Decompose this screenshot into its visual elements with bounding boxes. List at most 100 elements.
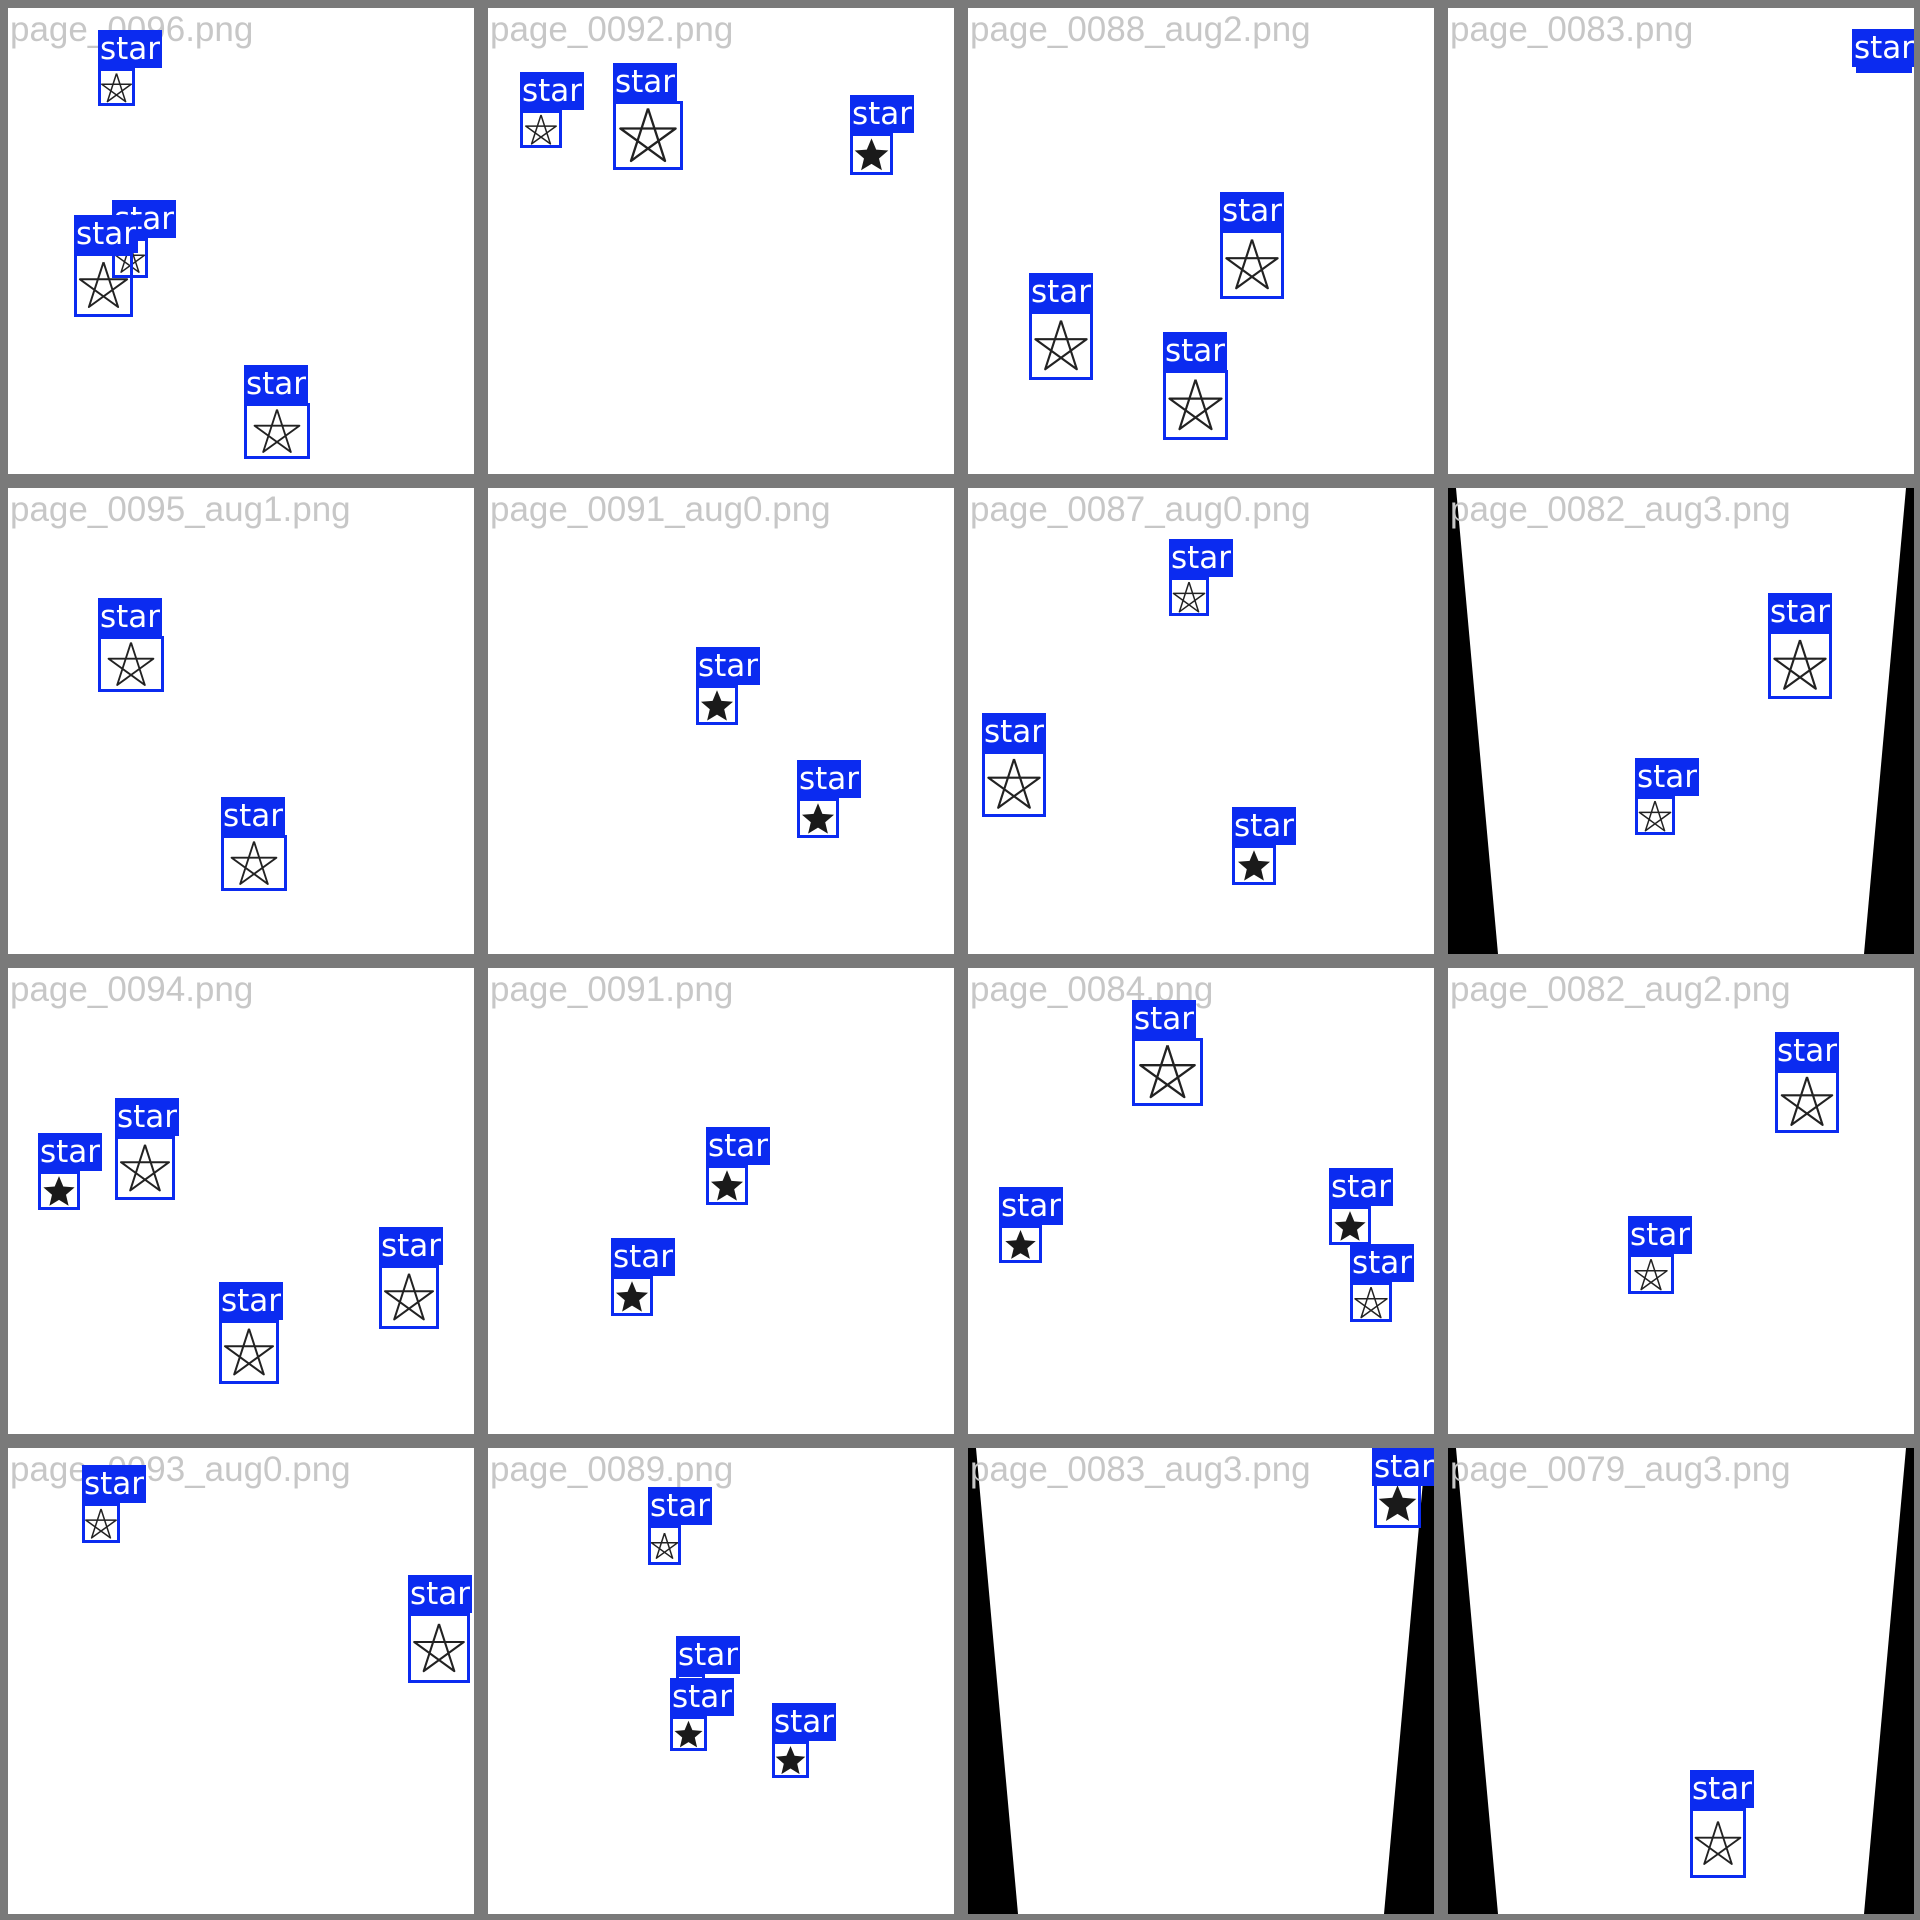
tile-filename: page_0091_aug0.png <box>490 490 831 529</box>
detection-label: star <box>219 1282 284 1320</box>
detection-label: star <box>1775 1032 1840 1070</box>
detection-box <box>408 1613 470 1683</box>
tile-filename: page_0094.png <box>10 970 254 1009</box>
tile-filename: page_0088_aug2.png <box>970 10 1311 49</box>
detection-box <box>1220 230 1284 299</box>
detection-box <box>1350 1282 1392 1322</box>
detection-label: star <box>611 1238 676 1276</box>
detection-label: star <box>98 598 163 636</box>
tile-filename: page_0092.png <box>490 10 734 49</box>
image-tile: page_0079_aug3.png star <box>1448 1448 1914 1914</box>
detection-box <box>772 1741 809 1778</box>
detection-box <box>1635 796 1675 835</box>
detection-box <box>1169 577 1209 616</box>
detection-label: star <box>850 95 915 133</box>
image-tile: page_0091.pngstar star <box>488 968 954 1434</box>
detection-label: star <box>98 30 163 68</box>
detection-box <box>379 1265 439 1329</box>
detection-label: star <box>1635 758 1700 796</box>
warp-wedge-left <box>968 1448 1018 1914</box>
detection-label: star <box>797 760 862 798</box>
tile-filename: page_0093_aug0.png <box>10 1450 351 1489</box>
image-tile: page_0091_aug0.pngstar star <box>488 488 954 954</box>
detection-label: star <box>221 797 286 835</box>
detection-label: star <box>82 1465 147 1503</box>
detection-label: star <box>520 72 585 110</box>
detection-box <box>82 1503 120 1543</box>
detection-box <box>1132 1038 1203 1106</box>
image-tile: page_0093_aug0.png star star <box>8 1448 474 1914</box>
detection-label: star <box>706 1127 771 1165</box>
detection-label: star <box>982 713 1047 751</box>
image-tile: page_0084.png star star star star <box>968 968 1434 1434</box>
tile-filename: page_0082_aug2.png <box>1450 970 1791 1009</box>
warp-wedge-right <box>1864 488 1914 954</box>
detection-box <box>982 751 1046 817</box>
detection-box <box>520 110 562 148</box>
detection-box <box>648 1525 681 1565</box>
detection-box <box>38 1171 80 1210</box>
detection-label: star <box>999 1187 1064 1225</box>
detection-box <box>1029 311 1093 380</box>
detection-box <box>611 1276 653 1316</box>
detection-label: star <box>1169 539 1234 577</box>
detection-box <box>999 1225 1042 1263</box>
warp-wedge-right <box>1864 1448 1914 1914</box>
detection-label: star <box>670 1678 735 1716</box>
tile-filename: page_0091.png <box>490 970 734 1009</box>
detection-label: star <box>1232 807 1297 845</box>
image-tile: page_0082_aug2.pngstar star <box>1448 968 1914 1434</box>
image-tile: page_0092.pngstar star star <box>488 8 954 474</box>
detection-label: star <box>1350 1244 1415 1282</box>
perspective-warp-border <box>1448 488 1914 954</box>
detection-box <box>244 403 310 459</box>
detection-box <box>1856 67 1912 73</box>
perspective-warp-border <box>968 1448 1434 1914</box>
detection-box <box>115 1136 175 1200</box>
tile-filename: page_0082_aug3.png <box>1450 490 1791 529</box>
detection-label: star <box>1163 332 1228 370</box>
tile-filename: page_0083.png <box>1450 10 1694 49</box>
image-tile: page_0082_aug3.png star star <box>1448 488 1914 954</box>
detection-box <box>98 68 135 106</box>
tile-filename: page_0079_aug3.png <box>1450 1450 1791 1489</box>
detection-label: star <box>648 1487 713 1525</box>
detection-box <box>850 133 893 175</box>
tile-filename: page_0089.png <box>490 1450 734 1489</box>
image-tile: page_0095_aug1.pngstar star <box>8 488 474 954</box>
detection-label: star <box>1372 1448 1434 1486</box>
detection-label: star <box>1029 273 1094 311</box>
detection-label: star <box>613 63 678 101</box>
detection-box <box>1329 1206 1371 1245</box>
detection-box <box>696 685 738 725</box>
detection-label: star <box>38 1133 103 1171</box>
detection-box <box>221 835 287 891</box>
detection-box <box>1232 845 1276 885</box>
detection-box <box>706 1165 748 1205</box>
warp-wedge-left <box>1448 1448 1498 1914</box>
image-tile: page_0083_aug3.png star <box>968 1448 1434 1914</box>
detection-box <box>219 1320 279 1384</box>
detection-box <box>670 1716 707 1751</box>
detection-box <box>1768 631 1832 699</box>
detection-label: star <box>1132 1000 1197 1038</box>
image-tile: page_0094.pngstar star star star <box>8 968 474 1434</box>
detection-label: star <box>244 365 309 403</box>
tile-filename: page_0095_aug1.png <box>10 490 351 529</box>
detection-label: star <box>408 1575 473 1613</box>
detection-label: star <box>115 1098 180 1136</box>
detection-label: star <box>696 647 761 685</box>
detection-label: star <box>1628 1216 1693 1254</box>
detection-box <box>74 253 133 317</box>
detection-box <box>797 798 839 838</box>
warp-wedge-left <box>1448 488 1498 954</box>
image-tile: page_0096.pngstarstarstarstar <box>8 8 474 474</box>
detection-box <box>613 101 683 170</box>
detection-box <box>1163 370 1228 440</box>
detection-label: star <box>379 1227 444 1265</box>
tile-filename: page_0087_aug0.png <box>970 490 1311 529</box>
detection-box <box>1690 1808 1746 1878</box>
detection-label: star <box>1329 1168 1394 1206</box>
detection-label: star <box>74 215 139 253</box>
detection-box <box>98 636 164 692</box>
